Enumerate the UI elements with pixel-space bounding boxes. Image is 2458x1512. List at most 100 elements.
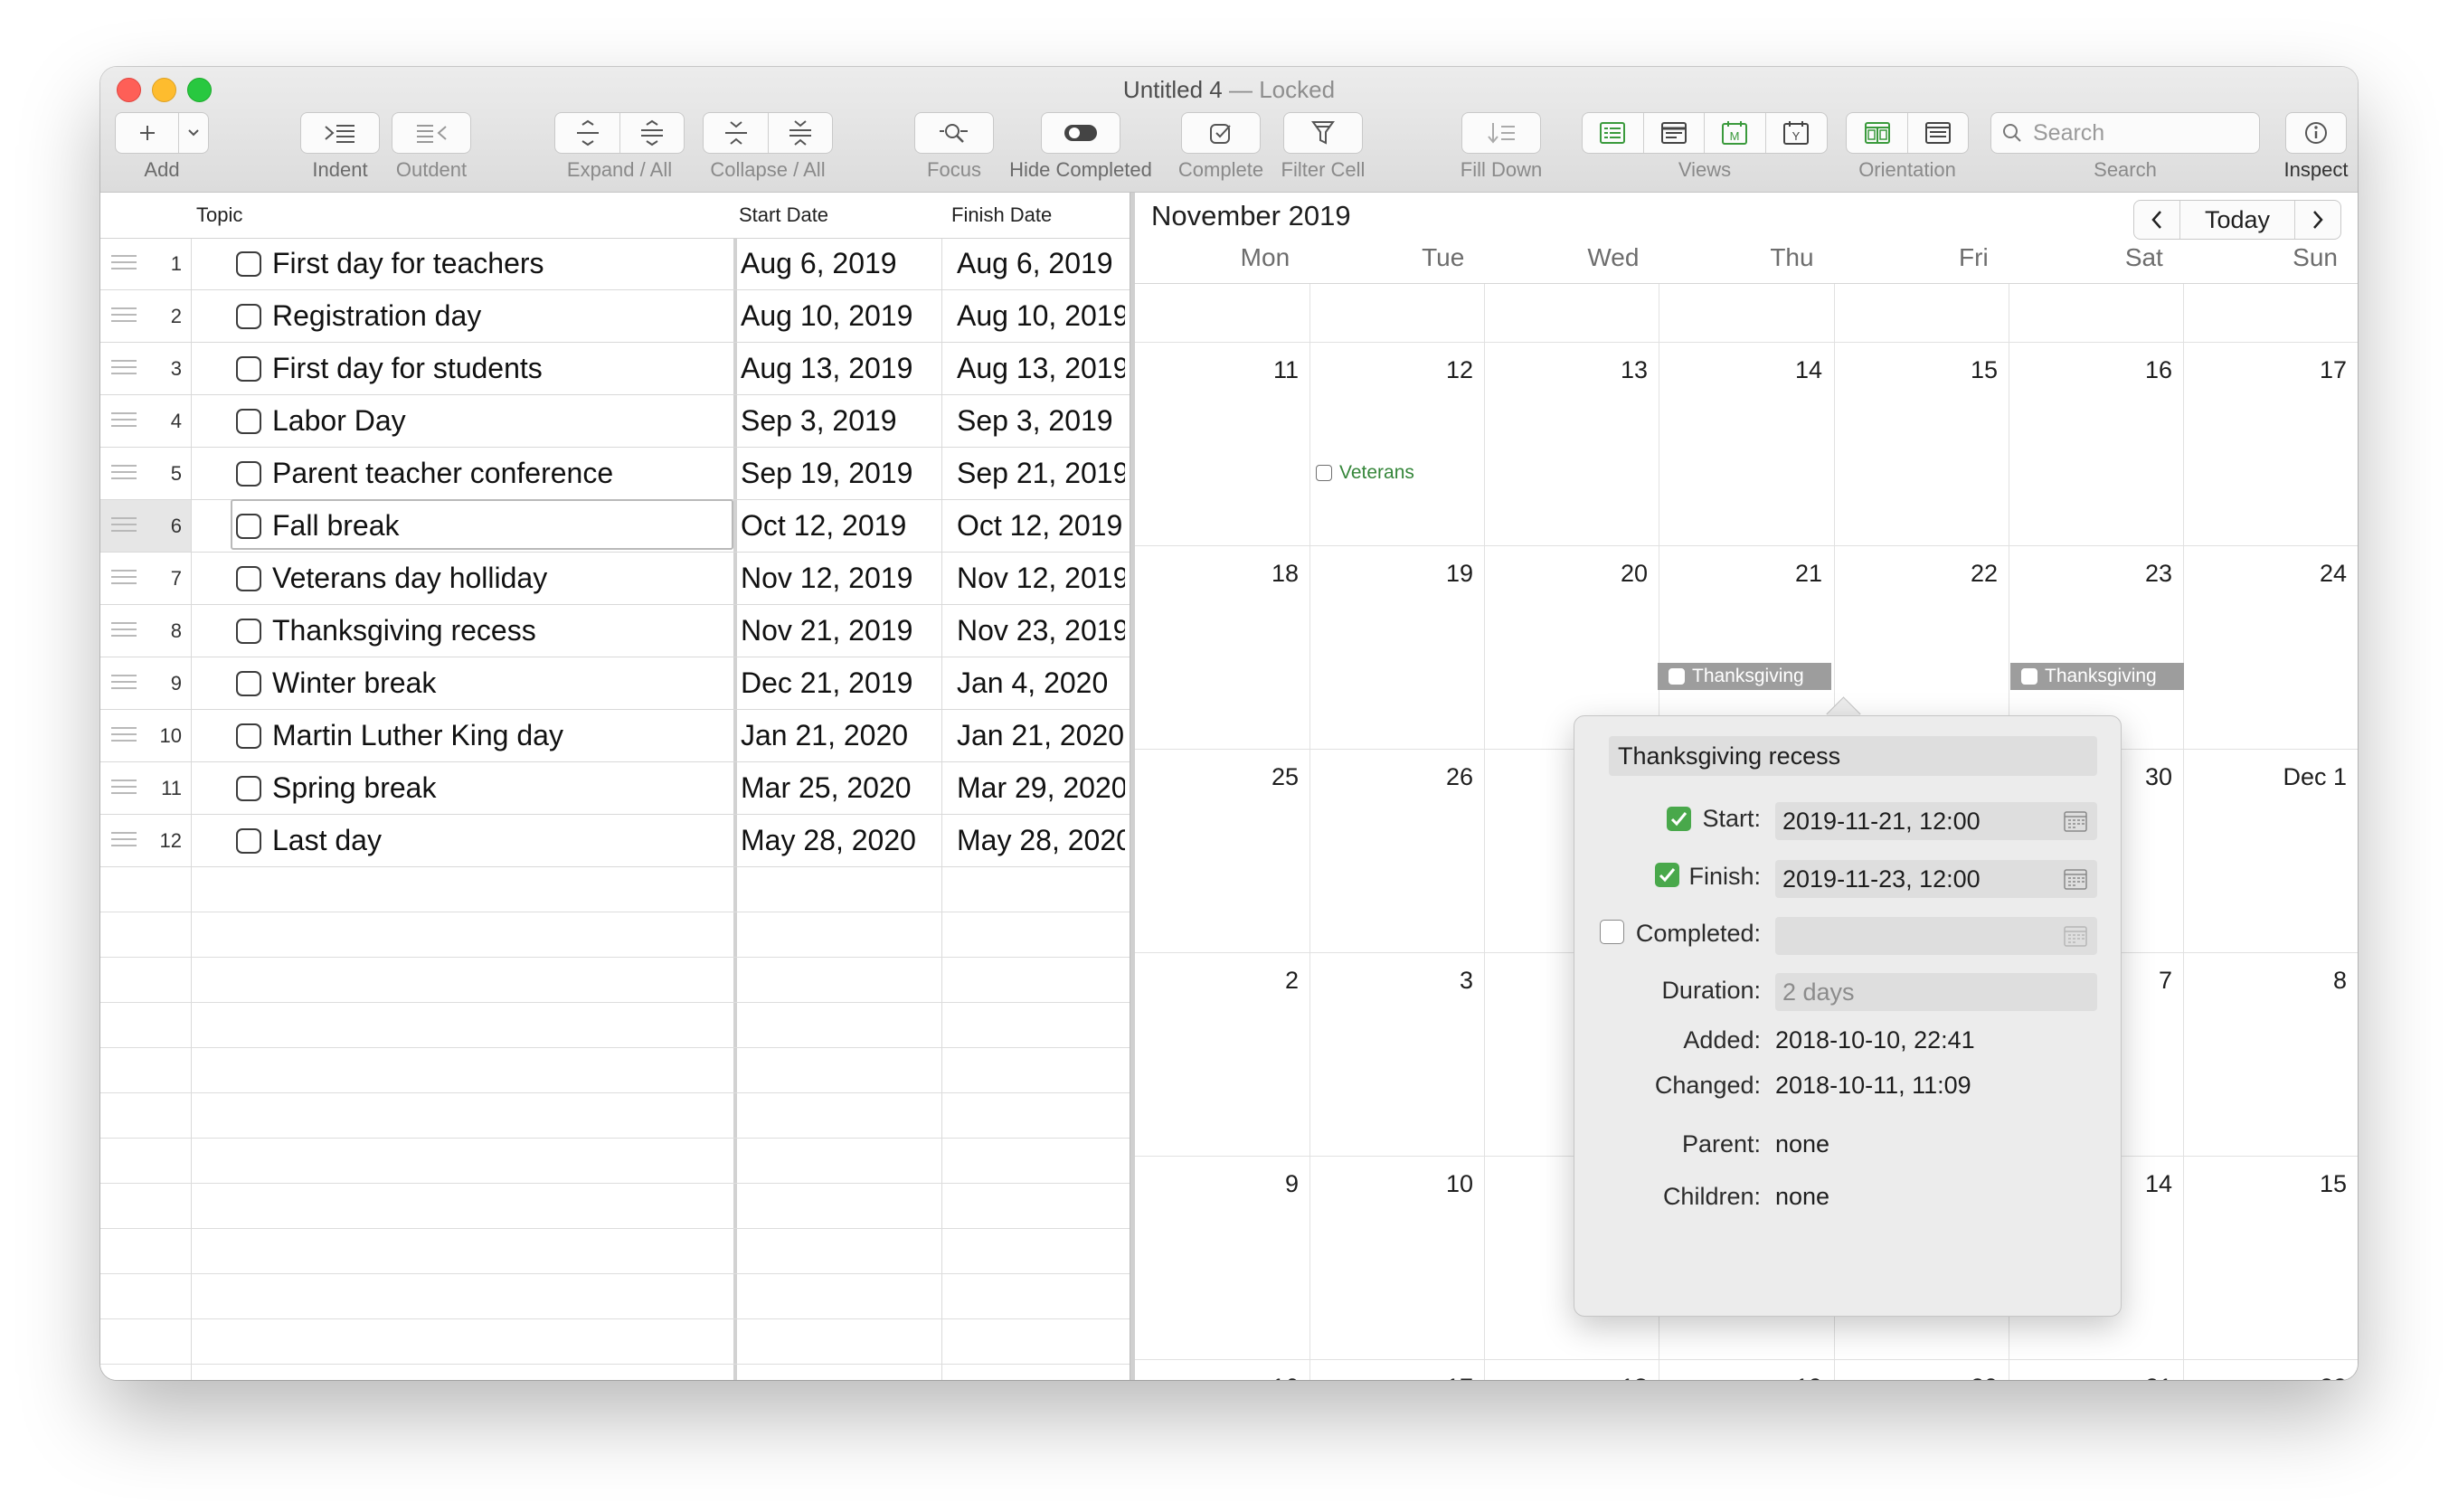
previous-month-button[interactable] [2134,201,2180,239]
calendar-event[interactable]: Veterans [1316,462,1414,484]
outline-row[interactable]: 11 Spring break Mar 25, 2020 Mar 29, 2020 [100,762,1130,815]
calendar-day-cell[interactable]: 2 [1135,952,1309,1156]
start-date-cell[interactable]: Sep 3, 2019 [741,395,941,447]
calendar-day-cell[interactable]: 20 [1834,1359,2009,1380]
row-checkbox[interactable] [236,513,261,539]
stacked-button[interactable] [1908,113,1968,153]
calendar-day-cell[interactable]: 15 [1834,342,2009,545]
topic-cell[interactable]: Parent teacher conference [236,448,613,499]
calendar-day-cell[interactable]: 17 [1309,1359,1484,1380]
drag-handle-icon[interactable] [111,727,137,743]
calendar-day-cell[interactable]: 24 [2183,545,2358,749]
topic-cell[interactable]: Fall break [236,500,400,552]
topic-cell[interactable]: Winter break [236,657,436,709]
drag-handle-icon[interactable] [111,360,137,376]
drag-handle-icon[interactable] [111,622,137,638]
calendar-day-cell[interactable]: 22 [2183,1359,2358,1380]
row-checkbox[interactable] [236,408,261,434]
calendar-day-cell[interactable] [2183,283,2358,342]
calendar-day-cell[interactable]: 9 [1135,1156,1309,1359]
finish-date-cell[interactable]: Sep 3, 2019 [957,395,1125,447]
row-checkbox[interactable] [236,827,261,854]
drag-handle-icon[interactable] [111,570,137,586]
outdent-button[interactable] [392,112,471,154]
outline-view-button[interactable] [1583,113,1644,153]
indent-button[interactable] [300,112,380,154]
topic-cell[interactable]: Veterans day holliday [236,553,547,604]
expand-all-button[interactable] [620,113,684,153]
drag-handle-icon[interactable] [111,307,137,324]
start-date-cell[interactable]: Aug 6, 2019 [741,238,941,289]
finish-date-cell[interactable]: Oct 12, 2019 [957,500,1125,552]
drag-handle-icon[interactable] [111,255,137,271]
event-checkbox[interactable] [1669,668,1685,685]
start-date-cell[interactable]: Oct 12, 2019 [741,500,941,552]
finish-date-field[interactable]: 2019-11-23, 12:00 [1775,860,2097,898]
today-button[interactable]: Today [2180,201,2295,239]
calendar-day-cell[interactable]: 19 [1659,1359,1833,1380]
outline-row[interactable]: 3 First day for students Aug 13, 2019 Aug 1… [100,343,1130,395]
calendar-day-cell[interactable]: 11 [1135,342,1309,545]
calendar-day-cell[interactable]: 12 [1309,342,1484,545]
calendar-day-cell[interactable]: 25 [1135,749,1309,952]
event-checkbox[interactable] [2021,668,2037,685]
search-field[interactable] [1990,112,2260,154]
finish-date-column-header[interactable]: Finish Date [946,193,1127,238]
collapse-button[interactable] [704,113,769,153]
topic-cell[interactable]: Labor Day [236,395,406,447]
calendar-day-cell[interactable]: 18 [1484,1359,1659,1380]
calendar-day-cell[interactable]: 10 [1309,1156,1484,1359]
outline-row[interactable]: 2 Registration day Aug 10, 2019 Aug 10, 201… [100,290,1130,343]
start-date-column-header[interactable]: Start Date [733,193,941,238]
outline-row[interactable]: 10 Martin Luther King day Jan 21, 2020 Jan … [100,710,1130,762]
side-by-side-button[interactable] [1847,113,1908,153]
calendar-day-cell[interactable]: 8 [2183,952,2358,1156]
calendar-day-cell[interactable] [2009,283,2183,342]
empty-row[interactable] [100,1003,1130,1048]
finish-date-cell[interactable]: Nov 12, 2019 [957,553,1125,604]
event-title-field[interactable]: Thanksgiving recess [1609,736,2097,776]
outline-row[interactable]: 8 Thanksgiving recess Nov 21, 2019 Nov 23, … [100,605,1130,657]
topic-cell[interactable]: First day for students [236,343,543,394]
add-menu-button[interactable] [179,113,208,153]
completed-date-field[interactable] [1775,917,2097,955]
calendar-event-bar[interactable]: Thanksgiving [1658,663,1831,690]
row-checkbox[interactable] [236,460,261,487]
drag-handle-icon[interactable] [111,465,137,481]
calendar-icon[interactable] [2063,867,2088,891]
row-checkbox[interactable] [236,565,261,591]
calendar-day-cell[interactable]: 16 [1135,1359,1309,1380]
row-checkbox[interactable] [236,775,261,801]
outline-row[interactable]: 5 Parent teacher conference Sep 19, 2019 Se… [100,448,1130,500]
start-date-cell[interactable]: Aug 10, 2019 [741,290,941,342]
row-checkbox[interactable] [236,618,261,644]
calendar-day-cell[interactable]: 19 [1309,545,1484,749]
finish-date-cell[interactable]: Aug 6, 2019 [957,238,1125,289]
calendar-day-cell[interactable] [1135,283,1309,342]
add-button[interactable] [116,113,179,153]
list-view-button[interactable] [1644,113,1705,153]
row-checkbox[interactable] [236,303,261,329]
start-date-field[interactable]: 2019-11-21, 12:00 [1775,802,2097,840]
year-view-button[interactable]: Y [1766,113,1828,153]
row-checkbox[interactable] [236,250,261,277]
empty-row[interactable] [100,1319,1130,1365]
finish-date-cell[interactable]: Sep 21, 2019 [957,448,1125,499]
calendar-day-cell[interactable]: 21 [2009,1359,2183,1380]
outline-row[interactable]: 4 Labor Day Sep 3, 2019 Sep 3, 2019 [100,395,1130,448]
finish-date-cell[interactable]: Jan 4, 2020 [957,657,1125,709]
start-date-cell[interactable]: Aug 13, 2019 [741,343,941,394]
finish-date-cell[interactable]: May 28, 2020 [957,815,1125,866]
topic-cell[interactable]: Spring break [236,762,436,814]
topic-cell[interactable]: Martin Luther King day [236,710,563,761]
drag-handle-icon[interactable] [111,780,137,796]
outline-row[interactable]: 1 First day for teachers Aug 6, 2019 Aug 6,… [100,238,1130,290]
outline-row[interactable]: 6 Fall break Oct 12, 2019 Oct 12, 2019 [100,499,1130,553]
drag-handle-icon[interactable] [111,675,137,691]
outline-row[interactable]: 7 Veterans day holliday Nov 12, 2019 Nov 12… [100,553,1130,605]
start-date-cell[interactable]: Jan 21, 2020 [741,710,941,761]
empty-row[interactable] [100,1048,1130,1093]
finish-date-cell[interactable]: Jan 21, 2020 [957,710,1125,761]
start-date-cell[interactable]: Nov 12, 2019 [741,553,941,604]
topic-column-header[interactable]: Topic [191,193,733,238]
